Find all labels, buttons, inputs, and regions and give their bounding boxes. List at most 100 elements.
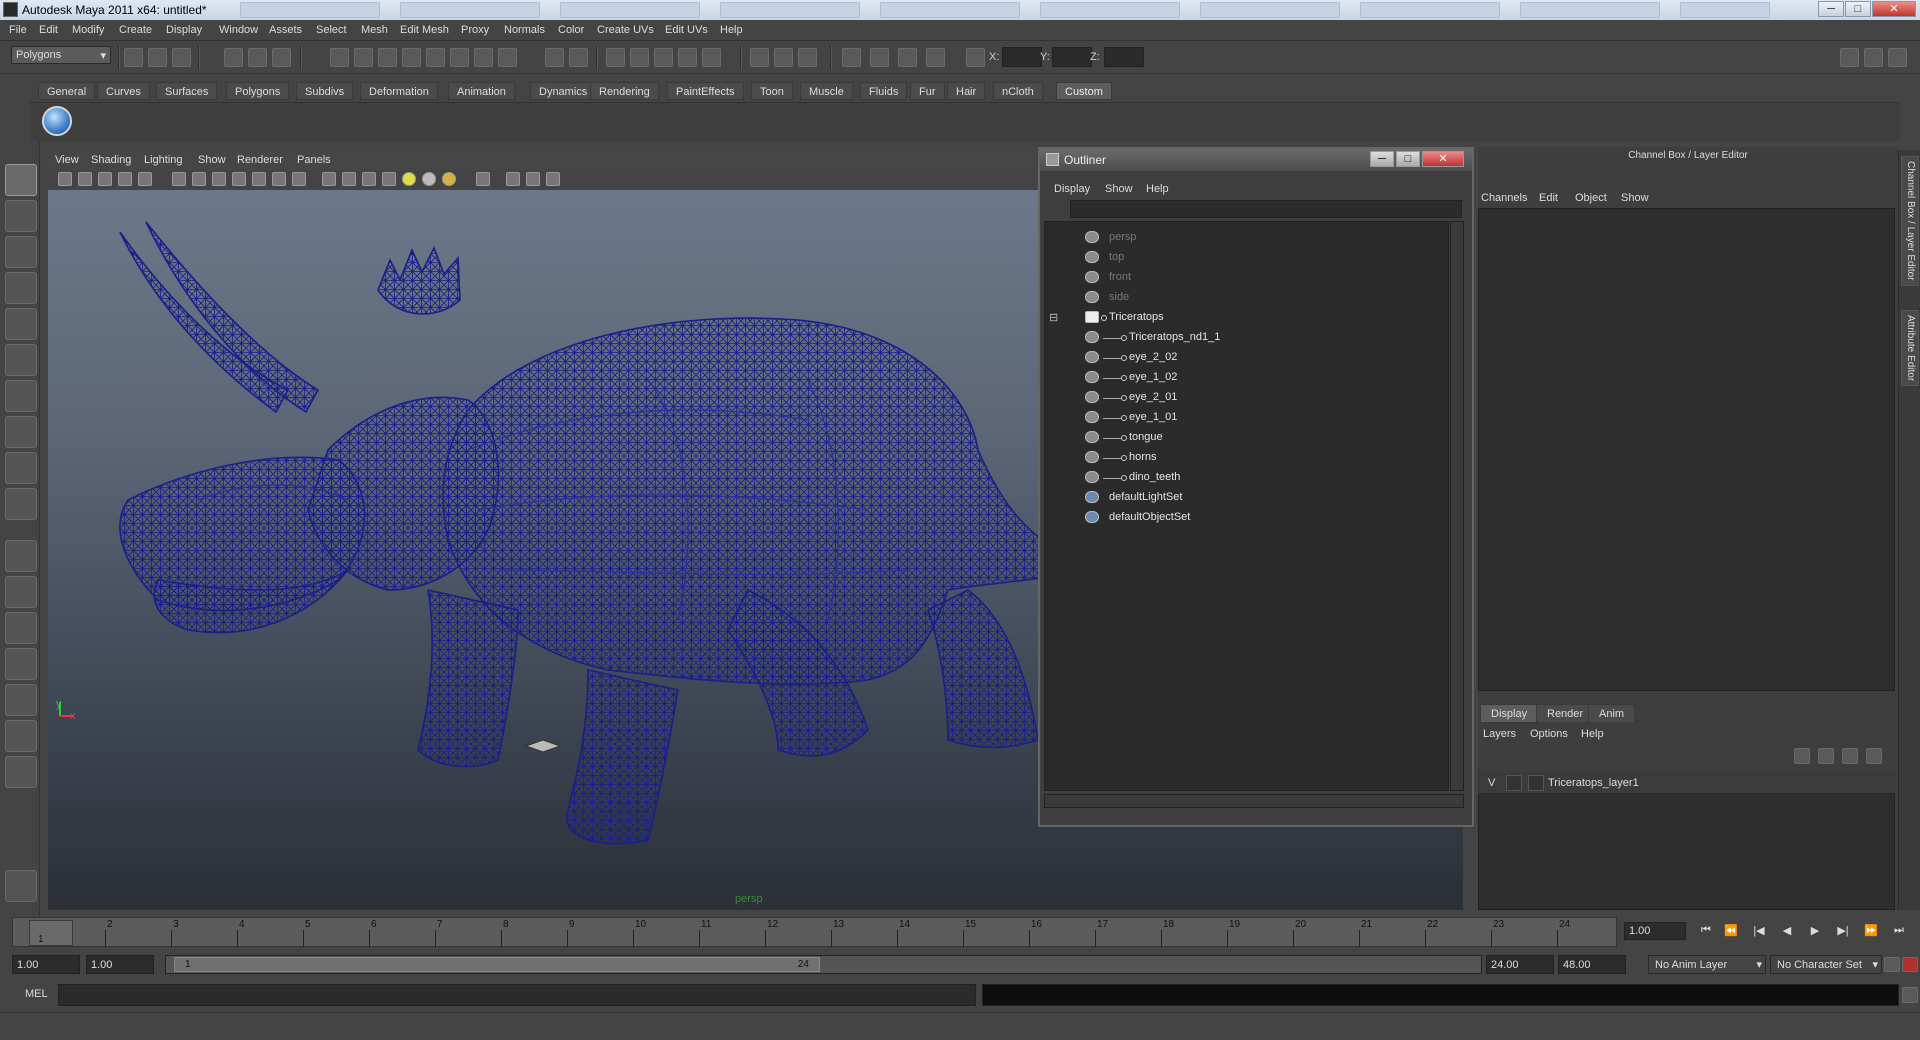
shelf-tab-muscle[interactable]: Muscle: [800, 82, 853, 100]
shelf-tab-surfaces[interactable]: Surfaces: [156, 82, 218, 100]
snap-surface-icon[interactable]: [426, 48, 445, 67]
outliner-item-eye-1-01[interactable]: eye_1_01: [1045, 408, 1445, 428]
textured-icon[interactable]: [382, 172, 396, 186]
layer-visibility-toggle[interactable]: V: [1488, 777, 1495, 789]
shelf-tab-ncloth[interactable]: nCloth: [993, 82, 1043, 100]
menu-create-uvs[interactable]: Create UVs: [597, 24, 654, 36]
hypershade-layout-icon[interactable]: [5, 684, 37, 716]
go-to-start-button[interactable]: ⏮: [1697, 924, 1715, 940]
close-button[interactable]: ✕: [1872, 1, 1916, 17]
image-plane-icon[interactable]: [118, 172, 132, 186]
range-slider-handle[interactable]: 1 24: [174, 957, 820, 972]
playback-start-field[interactable]: 1.00: [86, 955, 154, 974]
command-language-label[interactable]: MEL: [25, 988, 48, 1000]
outliner-item-top[interactable]: top: [1045, 248, 1445, 268]
ipr-icon[interactable]: [774, 48, 793, 67]
layer-row[interactable]: V Triceratops_layer1: [1478, 772, 1895, 794]
display-render-icon[interactable]: [842, 48, 861, 67]
lasso-tool-icon[interactable]: [5, 200, 37, 232]
layer-menu-options[interactable]: Options: [1530, 728, 1568, 740]
select-camera-icon[interactable]: [58, 172, 72, 186]
shelf-tab-deformation[interactable]: Deformation: [360, 82, 438, 100]
menu-modify[interactable]: Modify: [72, 24, 104, 36]
x-field[interactable]: [1002, 47, 1042, 67]
select-tool-icon[interactable]: [5, 164, 37, 196]
outliner-item-defaultlightset[interactable]: defaultLightSet: [1045, 488, 1445, 508]
xray-joints-icon[interactable]: [526, 172, 540, 186]
layer-tab-anim[interactable]: Anim: [1588, 704, 1636, 723]
custom-shelf-button-icon[interactable]: [42, 106, 72, 136]
safe-title-icon[interactable]: [292, 172, 306, 186]
outliner-item-eye-2-01[interactable]: eye_2_01: [1045, 388, 1445, 408]
step-back-key-button[interactable]: ⏪: [1722, 924, 1740, 940]
toggle-tool-settings-icon[interactable]: [1864, 48, 1883, 67]
camera-attributes-icon[interactable]: [78, 172, 92, 186]
viewport-menu-panels[interactable]: Panels: [297, 154, 331, 166]
render-view-icon[interactable]: [750, 48, 769, 67]
snap-grid-icon[interactable]: [330, 48, 349, 67]
shelf-tab-curves[interactable]: Curves: [97, 82, 150, 100]
menu-edit-uvs[interactable]: Edit UVs: [665, 24, 708, 36]
smooth-shade-icon[interactable]: [342, 172, 356, 186]
shelf-tab-hair[interactable]: Hair: [947, 82, 986, 100]
script-editor-icon[interactable]: [1902, 987, 1918, 1003]
shelf-tab-polygons[interactable]: Polygons: [226, 82, 290, 100]
channel-box-side-tab[interactable]: Channel Box / Layer Editor: [1901, 156, 1919, 286]
outliner-vertical-scrollbar[interactable]: [1450, 221, 1464, 791]
layer-display-type-toggle[interactable]: [1506, 775, 1522, 791]
channel-box-menu-channels[interactable]: Channels: [1481, 192, 1527, 204]
batch-render-icon[interactable]: [898, 48, 917, 67]
menu-assets[interactable]: Assets: [269, 24, 302, 36]
shelf-tab-general[interactable]: General: [38, 82, 96, 100]
new-scene-icon[interactable]: [124, 48, 143, 67]
menu-set-dropdown[interactable]: Polygons ▾: [11, 46, 111, 64]
outliner-item-side[interactable]: side: [1045, 288, 1445, 308]
step-back-frame-button[interactable]: |◀: [1750, 924, 1768, 940]
render-settings-icon[interactable]: [678, 48, 697, 67]
outliner-item-persp[interactable]: persp: [1045, 228, 1445, 248]
single-perspective-layout-icon[interactable]: [5, 540, 37, 572]
render-frame-icon[interactable]: [630, 48, 649, 67]
shelf-tab-rendering[interactable]: Rendering: [590, 82, 659, 100]
shelf-tab-fur[interactable]: Fur: [910, 82, 945, 100]
step-forward-frame-button[interactable]: ▶|: [1834, 924, 1852, 940]
minimize-button[interactable]: ─: [1818, 1, 1844, 17]
ipr-render-icon[interactable]: [654, 48, 673, 67]
select-component-icon[interactable]: [272, 48, 291, 67]
channel-box-menu-show[interactable]: Show: [1621, 192, 1649, 204]
wireframe-on-shaded-icon[interactable]: [362, 172, 376, 186]
shelf-tab-custom[interactable]: Custom: [1056, 82, 1112, 100]
menu-edit-mesh[interactable]: Edit Mesh: [400, 24, 449, 36]
snap-plane-icon[interactable]: [402, 48, 421, 67]
paint-select-icon[interactable]: [5, 236, 37, 268]
outliner-horizontal-scrollbar[interactable]: [1044, 794, 1464, 808]
menu-help[interactable]: Help: [720, 24, 743, 36]
outliner-item-front[interactable]: front: [1045, 268, 1445, 288]
outliner-title-bar[interactable]: Outliner ─ □ ✕: [1040, 149, 1472, 171]
key-icon[interactable]: [1884, 957, 1900, 972]
z-field[interactable]: [1104, 47, 1144, 67]
outliner-item-dino-teeth[interactable]: dino_teeth: [1045, 468, 1445, 488]
anim-layer-dropdown[interactable]: No Anim Layer ▾: [1648, 955, 1766, 974]
select-hierarchy-icon[interactable]: [224, 48, 243, 67]
outliner-item-eye-1-02[interactable]: eye_1_02: [1045, 368, 1445, 388]
maximize-button[interactable]: □: [1845, 1, 1871, 17]
menu-mesh[interactable]: Mesh: [361, 24, 388, 36]
shelf-tab-animation[interactable]: Animation: [448, 82, 515, 100]
lock-icon[interactable]: [545, 48, 564, 67]
outliner-menu-help[interactable]: Help: [1146, 183, 1169, 195]
last-tool-icon[interactable]: [5, 488, 37, 520]
shelf-tab-fluids[interactable]: Fluids: [860, 82, 908, 100]
outliner-menu-show[interactable]: Show: [1105, 183, 1133, 195]
outliner-filter-field[interactable]: [1070, 200, 1462, 218]
outliner-item-tongue[interactable]: tongue: [1045, 428, 1445, 448]
viewport-menu-renderer[interactable]: Renderer: [237, 154, 283, 166]
shelf-tab-toon[interactable]: Toon: [751, 82, 793, 100]
high-quality-icon[interactable]: [442, 172, 456, 186]
outliner-minimize-button[interactable]: ─: [1370, 151, 1394, 167]
current-frame-marker[interactable]: 1: [29, 920, 73, 946]
menu-edit[interactable]: Edit: [39, 24, 58, 36]
persp-graph-layout-icon[interactable]: [5, 648, 37, 680]
shelf-tab-subdivs[interactable]: Subdivs: [296, 82, 354, 100]
history-icon[interactable]: [606, 48, 625, 67]
